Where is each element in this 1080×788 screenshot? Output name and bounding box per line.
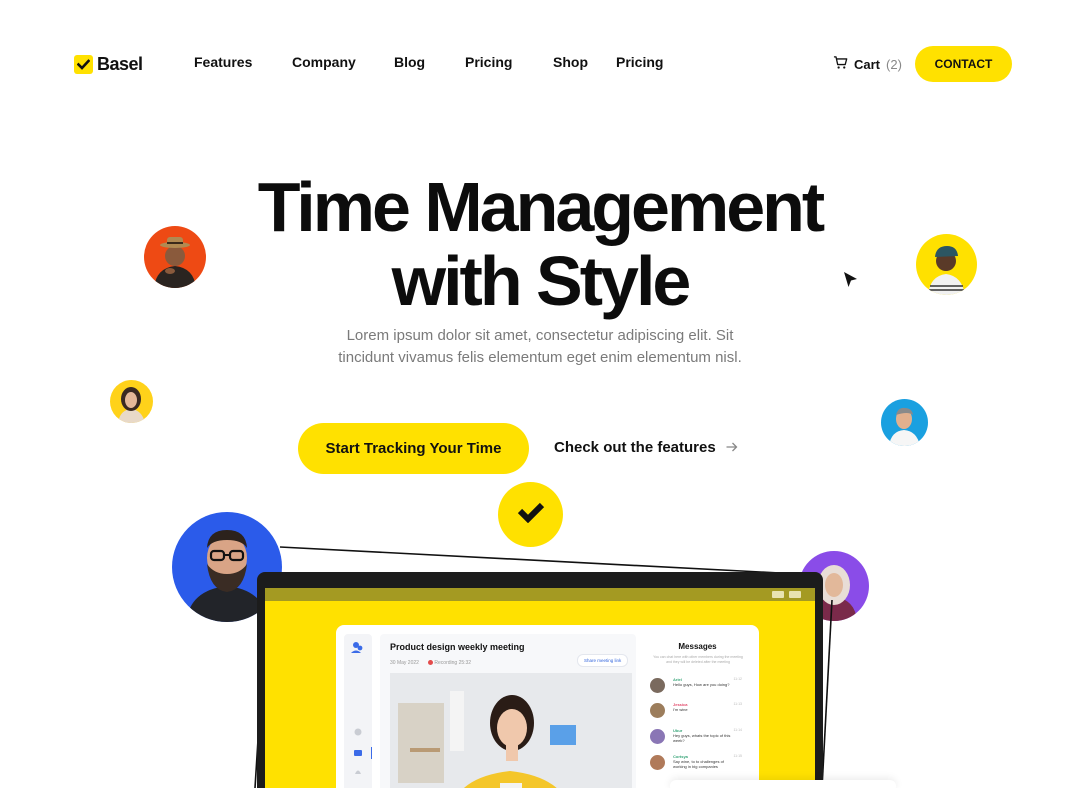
sidebar-icons xyxy=(351,642,373,774)
floating-card xyxy=(670,780,896,788)
meeting-date: 30 May 2022 xyxy=(390,660,419,666)
meeting-title: Product design weekly meeting xyxy=(390,642,525,652)
message-item[interactable]: Jessica I'm wine 11:13 xyxy=(650,701,748,721)
recording-indicator: Recording 25:32 xyxy=(428,660,471,666)
messages-title: Messages xyxy=(678,642,717,651)
laptop-mockup: Product design weekly meeting 30 May 202… xyxy=(257,572,823,788)
message-time: 11:15 xyxy=(733,754,743,758)
battery-icon xyxy=(789,591,801,598)
message-avatar xyxy=(650,755,665,770)
recording-label: Recording 25:32 xyxy=(434,660,472,666)
message-time: 11:12 xyxy=(733,677,743,681)
message-text: Say wine, to to challenges of working in… xyxy=(673,759,724,769)
laptop-screen: Product design weekly meeting 30 May 202… xyxy=(265,588,815,788)
message-text: Hello guys, How are you doing? xyxy=(673,682,730,687)
meeting-panel: Product design weekly meeting 30 May 202… xyxy=(380,634,636,788)
menubar-status-icons xyxy=(772,591,801,598)
message-avatar xyxy=(650,729,665,744)
app-sidebar xyxy=(344,634,373,788)
message-item[interactable]: Cortsya Say wine, to to challenges of wor… xyxy=(650,753,748,773)
message-text: I'm wine xyxy=(673,707,688,712)
message-text: Hey guys, whats the topic of this week? xyxy=(673,733,731,743)
message-item[interactable]: Ariel Hello guys, How are you doing? 11:12 xyxy=(650,676,748,696)
check-status-icon xyxy=(772,591,784,598)
message-time: 11:13 xyxy=(733,702,743,706)
messages-panel: Messages You can chat here with other me… xyxy=(644,634,751,788)
screen-menubar xyxy=(265,588,815,601)
message-time: 11:14 xyxy=(733,728,743,732)
message-item[interactable]: Ubur Hey guys, whats the topic of this we… xyxy=(650,727,748,747)
video-feed xyxy=(390,673,632,788)
share-meeting-link-button[interactable]: Share meeting link xyxy=(577,654,629,667)
message-avatar xyxy=(650,703,665,718)
meeting-app-window: Product design weekly meeting 30 May 202… xyxy=(336,625,759,788)
messages-description: You can chat here with other members dur… xyxy=(653,655,743,664)
record-dot-icon xyxy=(428,660,433,666)
message-avatar xyxy=(650,678,665,693)
